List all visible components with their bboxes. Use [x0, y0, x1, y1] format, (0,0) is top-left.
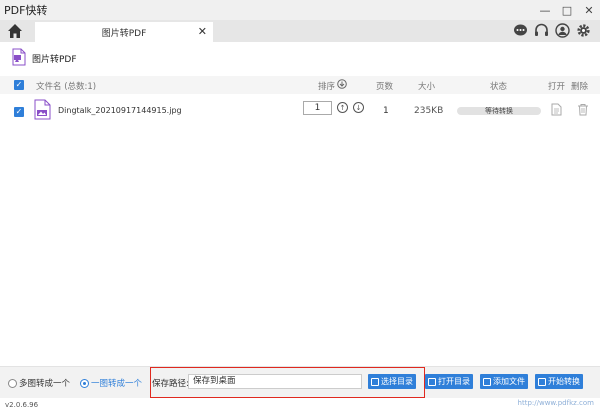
watermark: http://www.pdfkz.com — [517, 399, 594, 407]
col-delete: 删除 — [571, 82, 589, 92]
section-header: 图片转PDF — [12, 48, 77, 68]
add-file-label: 添加文件 — [493, 377, 525, 386]
title-bar: PDF快转 — □ ✕ — [0, 0, 600, 20]
save-path-input[interactable]: 保存到桌面 — [188, 374, 362, 389]
save-path-label: 保存路径: — [152, 379, 189, 389]
row-checkbox[interactable]: ✓ — [14, 107, 24, 117]
mode-multi-option[interactable]: 多图转成一个 — [8, 377, 70, 389]
move-up-icon[interactable]: ↑ — [337, 102, 348, 113]
home-icon[interactable] — [6, 22, 24, 40]
save-icon — [371, 377, 379, 386]
top-toolbar — [512, 22, 592, 39]
tab-close-icon[interactable]: ✕ — [198, 25, 207, 38]
table-row[interactable]: ✓ Dingtalk_20210917144915.jpg 1 ↑ ↓ 1 23… — [0, 96, 600, 126]
col-open: 打开 — [548, 82, 566, 92]
col-order[interactable]: 排序 — [318, 80, 335, 92]
tab-bar: 图片转PDF ✕ — [0, 20, 600, 42]
tab-image-to-pdf[interactable]: 图片转PDF ✕ — [35, 22, 213, 42]
folder-icon — [428, 377, 436, 386]
move-down-icon[interactable]: ↓ — [353, 102, 364, 113]
radio-single[interactable] — [80, 378, 89, 388]
close-button[interactable]: ✕ — [578, 0, 600, 20]
add-file-button[interactable]: 添加文件 — [480, 374, 528, 389]
col-pages: 页数 — [376, 82, 394, 92]
select-all-checkbox[interactable]: ✓ — [14, 80, 24, 90]
image-file-icon — [34, 99, 51, 123]
image-pdf-icon — [12, 48, 26, 69]
bottom-toolbar: 多图转成一个 一图转成一个 保存路径: 保存到桌面 选择目录 打开目录 添加文件… — [0, 366, 600, 398]
radio-multi-label[interactable]: 多图转成一个 — [19, 377, 70, 389]
chat-icon[interactable] — [512, 22, 529, 39]
choose-directory-button[interactable]: 选择目录 — [368, 374, 416, 389]
start-convert-button[interactable]: 开始转换 — [535, 374, 583, 389]
headset-icon[interactable] — [533, 22, 550, 39]
page-count: 1 — [383, 106, 389, 116]
gear-icon[interactable] — [575, 22, 592, 39]
col-size: 大小 — [418, 82, 436, 92]
delete-icon[interactable] — [577, 103, 589, 119]
order-input[interactable]: 1 — [303, 101, 332, 115]
app-title: PDF快转 — [4, 4, 48, 17]
table-header: ✓ 文件名 (总数:1) 排序 页数 大小 状态 打开 删除 — [0, 76, 600, 94]
radio-single-label[interactable]: 一图转成一个 — [91, 377, 142, 389]
open-directory-label: 打开目录 — [438, 377, 470, 386]
file-name: Dingtalk_20210917144915.jpg — [58, 106, 182, 115]
mode-single-option[interactable]: 一图转成一个 — [80, 377, 142, 389]
open-file-icon[interactable] — [551, 103, 562, 119]
col-filename: 文件名 (总数:1) — [36, 82, 97, 92]
start-convert-label: 开始转换 — [548, 377, 580, 386]
minimize-button[interactable]: — — [534, 0, 556, 20]
version-label: v2.0.6.96 — [5, 401, 39, 409]
user-icon[interactable] — [554, 22, 571, 39]
open-directory-button[interactable]: 打开目录 — [425, 374, 473, 389]
status-badge: 等待转换 — [457, 107, 541, 115]
choose-directory-label: 选择目录 — [381, 377, 413, 386]
radio-multi[interactable] — [8, 378, 17, 388]
tab-label: 图片转PDF — [101, 28, 147, 39]
file-size: 235KB — [414, 106, 444, 116]
convert-icon — [538, 377, 546, 386]
add-icon — [483, 377, 491, 386]
section-title: 图片转PDF — [32, 54, 77, 65]
maximize-button[interactable]: □ — [556, 0, 578, 20]
sort-down-icon[interactable] — [337, 79, 347, 92]
window-controls: — □ ✕ — [534, 0, 600, 20]
col-status: 状态 — [490, 82, 508, 92]
